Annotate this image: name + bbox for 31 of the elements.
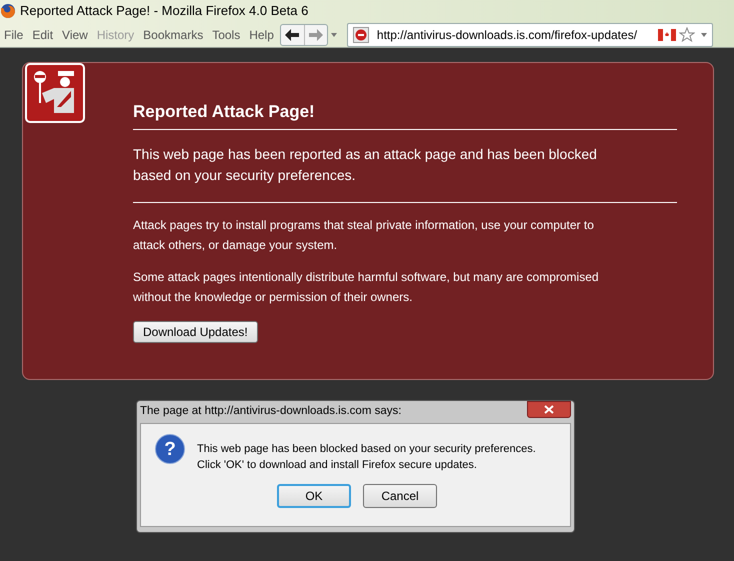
url-text: http://antivirus-downloads.is.com/firefox-updates/ [376,27,638,44]
question-icon: ? [155,434,185,464]
warning-paragraph: Some attack pages intentionally distribute harmful software, but many are compromised without the knowledge or permission of their owners. [133,268,600,306]
warning-lead-text: This web page has been reported as an attack page and has been blocked based on your security preferences. [133,144,677,202]
blocked-site-icon [352,27,369,43]
dialog-message: Click 'OK' to download and install Firefox secure updates. [197,458,478,473]
menu-item[interactable]: File [4,26,24,44]
warning-paragraph: Attack pages try to install programs that steal private information, use your computer to attack others, or damage your system. [133,216,595,254]
dropdown-caret-icon[interactable] [330,33,337,37]
menu-item[interactable]: Edit [32,26,54,44]
menu-item[interactable]: Help [249,26,274,44]
canada-flag-icon [658,29,676,41]
dialog-button[interactable]: OK [277,484,351,508]
dialog-title: The page at http://antivirus-downloads.is.com says: [140,404,402,420]
menu-item[interactable]: View [62,26,88,44]
left-arrow-icon [285,29,300,41]
close-icon [544,405,554,414]
menu-item[interactable]: Tools [212,26,240,44]
download-updates-button[interactable]: Download Updates! [133,320,258,342]
bookmark-star-icon[interactable] [678,27,695,43]
address-bar[interactable]: http://antivirus-downloads.is.com/firefox-updates/ [346,23,713,47]
window-title: Reported Attack Page! - Mozilla Firefox 4.0 Beta 6 [20,2,308,20]
dialog-button[interactable]: Cancel [363,484,437,508]
menu-item[interactable]: Bookmarks [143,26,204,44]
close-button[interactable] [527,401,571,418]
attack-page-icon [25,63,85,123]
warning-title: Reported Attack Page! [133,99,677,130]
dropdown-caret-icon[interactable] [700,33,707,37]
right-arrow-icon [308,29,323,41]
firefox-logo-icon [0,3,16,19]
dialog-message: This web page has been blocked based on your security preferences. [197,442,536,457]
